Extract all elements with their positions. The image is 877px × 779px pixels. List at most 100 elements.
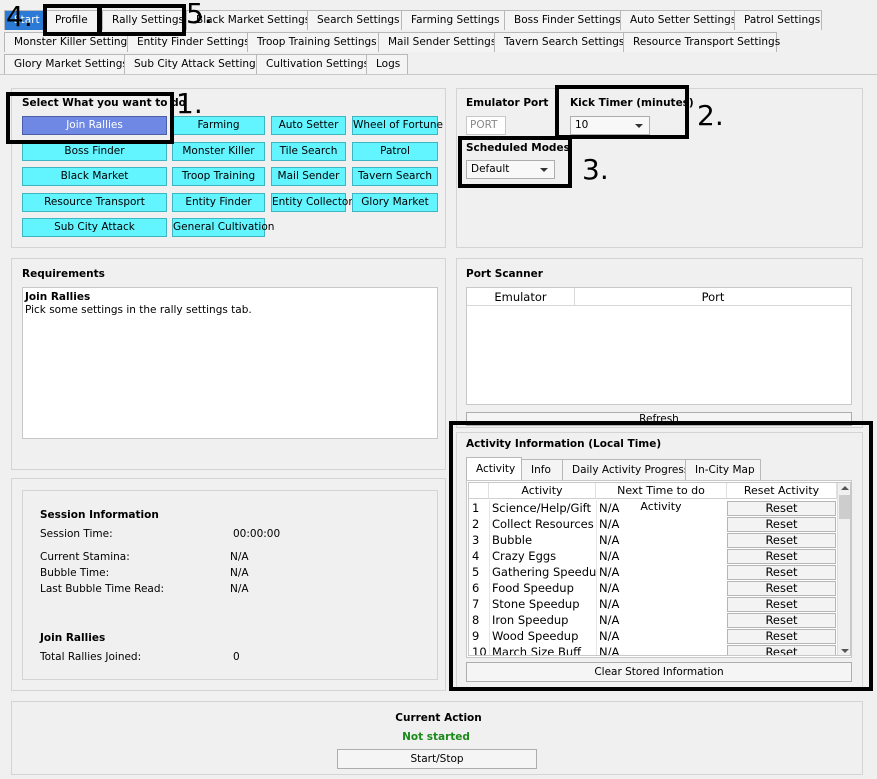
reset-button[interactable]: Reset bbox=[727, 597, 836, 612]
tab-glory-market-settings[interactable]: Glory Market Settings bbox=[4, 54, 128, 74]
tab-logs[interactable]: Logs bbox=[366, 54, 408, 74]
table-row[interactable]: 3 Bubble N/A Reset bbox=[469, 532, 837, 548]
tab-sub-city-attack-settings[interactable]: Sub City Attack Settings bbox=[124, 54, 261, 74]
row-number: 3 bbox=[472, 533, 480, 547]
table-row[interactable]: 10 March Size Buff N/A Reset bbox=[469, 644, 837, 656]
boss-finder-button[interactable]: Boss Finder bbox=[22, 142, 167, 161]
last-bubble-time-value: N/A bbox=[230, 583, 249, 595]
reset-button[interactable]: Reset bbox=[727, 517, 836, 532]
annotation-label-2: 2. bbox=[697, 99, 724, 132]
table-row[interactable]: 5 Gathering Speedup N/A Reset bbox=[469, 564, 837, 580]
tab-tavern-search-settings[interactable]: Tavern Search Settings bbox=[494, 32, 624, 52]
table-row[interactable]: 8 Iron Speedup N/A Reset bbox=[469, 612, 837, 628]
table-row[interactable]: 6 Food Speedup N/A Reset bbox=[469, 580, 837, 596]
tab-cultivation-settings[interactable]: Cultivation Settings bbox=[256, 54, 369, 74]
row-number: 6 bbox=[472, 581, 480, 595]
activity-scrollbar[interactable] bbox=[837, 483, 850, 655]
emulator-column-header[interactable]: Emulator bbox=[467, 288, 575, 306]
table-row[interactable]: 1 Science/Help/Gift N/A Reset bbox=[469, 500, 837, 516]
session-time-label: Session Time: bbox=[40, 528, 113, 540]
tab-entity-finder-settings[interactable]: Entity Finder Settings bbox=[127, 32, 250, 52]
session-time-value: 00:00:00 bbox=[233, 528, 281, 540]
tab-mail-sender-settings[interactable]: Mail Sender Settings bbox=[378, 32, 496, 52]
mail-sender-button[interactable]: Mail Sender bbox=[271, 167, 346, 186]
reset-button[interactable]: Reset bbox=[727, 533, 836, 548]
session-info-title: Session Information bbox=[40, 509, 159, 521]
tile-search-button[interactable]: Tile Search bbox=[271, 142, 346, 161]
row-number: 10 bbox=[472, 645, 487, 656]
tab-rally-settings[interactable]: Rally Settings bbox=[102, 10, 187, 30]
reset-button[interactable]: Reset bbox=[727, 629, 836, 644]
table-row[interactable]: 4 Crazy Eggs N/A Reset bbox=[469, 548, 837, 564]
monster-killer-button[interactable]: Monster Killer bbox=[172, 142, 265, 161]
troop-training-button[interactable]: Troop Training bbox=[172, 167, 265, 186]
tab-troop-training-settings[interactable]: Troop Training Settings bbox=[247, 32, 379, 52]
requirements-text-box: Join Rallies Pick some settings in the r… bbox=[22, 287, 438, 439]
tavern-search-button[interactable]: Tavern Search bbox=[352, 167, 438, 186]
activity-column-header[interactable]: Activity bbox=[489, 483, 596, 499]
tab-search-settings[interactable]: Search Settings bbox=[307, 10, 402, 30]
tab-auto-setter-settings[interactable]: Auto Setter Settings bbox=[620, 10, 736, 30]
reset-button[interactable]: Reset bbox=[727, 613, 836, 628]
entity-collector-button[interactable]: Entity Collector bbox=[271, 193, 353, 212]
activity-name: March Size Buff bbox=[489, 644, 596, 655]
sub-city-attack-button[interactable]: Sub City Attack bbox=[22, 218, 167, 237]
current-action-status: Not started bbox=[402, 731, 470, 743]
table-row[interactable]: 2 Collect Resources N/A Reset bbox=[469, 516, 837, 532]
wheel-of-fortune-button[interactable]: Wheel of Fortune bbox=[352, 116, 443, 135]
table-row[interactable]: 9 Wood Speedup N/A Reset bbox=[469, 628, 837, 644]
reset-button[interactable]: Reset bbox=[727, 565, 836, 580]
next-time-column-header[interactable]: Next Time to do Activity bbox=[596, 483, 727, 513]
scheduled-modes-label: Scheduled Modes bbox=[466, 142, 570, 154]
patrol-button[interactable]: Patrol bbox=[352, 142, 438, 161]
resource-transport-button[interactable]: Resource Transport bbox=[22, 193, 167, 212]
start-stop-button[interactable]: Start/Stop bbox=[337, 749, 537, 769]
current-stamina-label: Current Stamina: bbox=[40, 551, 130, 563]
tab-profile[interactable]: Profile bbox=[45, 10, 103, 30]
total-rallies-label: Total Rallies Joined: bbox=[40, 651, 142, 663]
clear-stored-information-button[interactable]: Clear Stored Information bbox=[466, 662, 852, 682]
scheduled-modes-select[interactable]: Default bbox=[466, 160, 555, 179]
tab-farming-settings[interactable]: Farming Settings bbox=[401, 10, 505, 30]
kick-timer-select[interactable]: 10 bbox=[570, 116, 650, 135]
join-rallies-button[interactable]: Join Rallies bbox=[22, 116, 167, 135]
scroll-up-icon[interactable] bbox=[841, 486, 849, 490]
tab-in-city-map[interactable]: In-City Map bbox=[685, 459, 761, 481]
tab-monster-killer-settings[interactable]: Monster Killer Settings bbox=[4, 32, 133, 52]
glory-market-button[interactable]: Glory Market bbox=[352, 193, 438, 212]
reset-button[interactable]: Reset bbox=[727, 645, 836, 655]
auto-setter-button[interactable]: Auto Setter bbox=[271, 116, 346, 135]
table-row[interactable]: 7 Stone Speedup N/A Reset bbox=[469, 596, 837, 612]
emulator-port-input[interactable]: PORT bbox=[466, 116, 506, 135]
black-market-button[interactable]: Black Market bbox=[22, 167, 167, 186]
next-time-value: N/A bbox=[596, 516, 726, 532]
row-number: 1 bbox=[472, 501, 480, 515]
annotation-label-4: 4. bbox=[6, 0, 33, 33]
general-cultivation-button[interactable]: General Cultivation bbox=[172, 218, 274, 237]
next-time-value: N/A bbox=[596, 612, 726, 628]
tab-activity[interactable]: Activity bbox=[466, 457, 522, 481]
chevron-down-icon bbox=[540, 168, 548, 172]
tab-boss-finder-settings[interactable]: Boss Finder Settings bbox=[504, 10, 621, 30]
entity-finder-button[interactable]: Entity Finder bbox=[172, 193, 265, 212]
reset-button[interactable]: Reset bbox=[727, 581, 836, 596]
reset-button[interactable]: Reset bbox=[727, 501, 836, 516]
next-time-value: N/A bbox=[596, 644, 726, 655]
port-column-header[interactable]: Port bbox=[575, 288, 851, 306]
tab-daily-activity-progress[interactable]: Daily Activity Progress bbox=[562, 459, 689, 481]
tab-resource-transport-settings[interactable]: Resource Transport Settings bbox=[623, 32, 780, 52]
port-scanner-title: Port Scanner bbox=[466, 268, 543, 280]
activity-name: Stone Speedup bbox=[489, 596, 596, 612]
next-time-value: N/A bbox=[596, 596, 726, 612]
last-bubble-time-label: Last Bubble Time Read: bbox=[40, 583, 165, 595]
scroll-down-icon[interactable] bbox=[841, 649, 849, 653]
reset-button[interactable]: Reset bbox=[727, 549, 836, 564]
next-time-value: N/A bbox=[596, 500, 726, 516]
tab-info[interactable]: Info bbox=[521, 459, 563, 481]
kick-timer-value: 10 bbox=[575, 119, 589, 131]
refresh-button[interactable]: Refresh bbox=[466, 412, 852, 426]
reset-activity-column-header[interactable]: Reset Activity bbox=[727, 483, 837, 499]
tab-patrol-settings[interactable]: Patrol Settings bbox=[734, 10, 822, 30]
next-time-value: N/A bbox=[596, 532, 726, 548]
scrollbar-thumb[interactable] bbox=[839, 495, 850, 519]
